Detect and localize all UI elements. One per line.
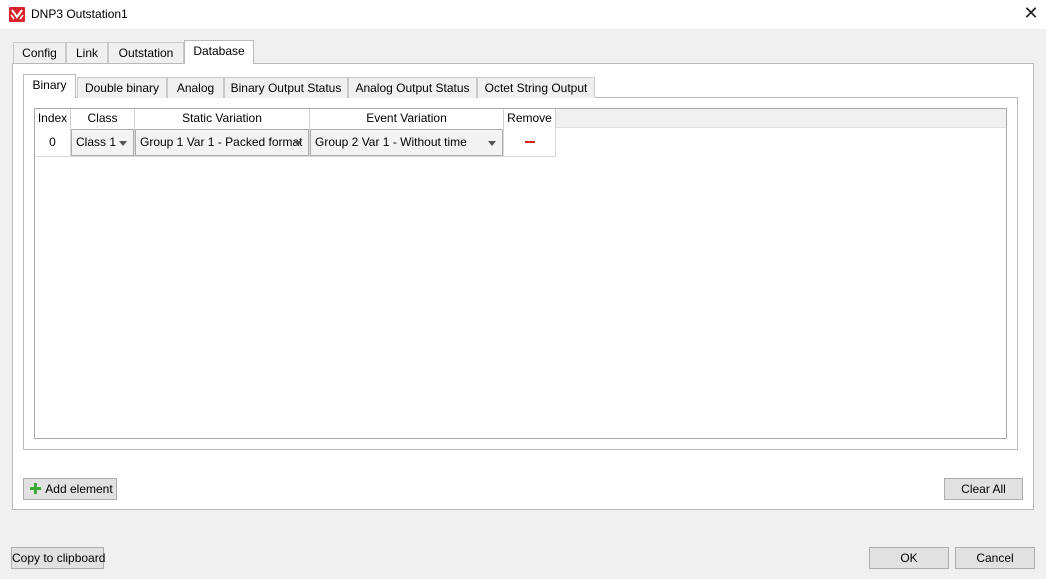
tab-link[interactable]: Link (66, 42, 108, 63)
tab-config[interactable]: Config (13, 42, 66, 63)
ok-button[interactable]: OK (869, 547, 949, 569)
tab-analog[interactable]: Analog (167, 77, 224, 98)
tab-binary-output-status[interactable]: Binary Output Status (224, 77, 348, 98)
clear-all-button[interactable]: Clear All (944, 478, 1023, 500)
table-row: 0 Class 1 Group 1 Var 1 - Packed format … (35, 128, 556, 157)
static-variation-value: Group 1 Var 1 - Packed format (140, 135, 303, 149)
remove-cell (504, 128, 556, 157)
copy-to-clipboard-button[interactable]: Copy to clipboard (11, 547, 105, 569)
cancel-button[interactable]: Cancel (955, 547, 1035, 569)
add-element-button[interactable]: Add element (23, 478, 117, 500)
add-element-label: Add element (45, 482, 113, 496)
table-header: Index Class Static Variation Event Varia… (35, 109, 1006, 128)
tab-binary[interactable]: Binary (23, 74, 76, 98)
chevron-down-icon (488, 141, 496, 146)
close-icon[interactable]: ✕ (1018, 2, 1044, 26)
chevron-down-icon (294, 141, 302, 146)
dnp3-logo-icon (9, 7, 25, 22)
tab-analog-output-status[interactable]: Analog Output Status (348, 77, 477, 98)
column-header-event-variation[interactable]: Event Variation (310, 109, 504, 128)
column-header-class[interactable]: Class (71, 109, 135, 128)
tab-double-binary[interactable]: Double binary (77, 77, 167, 98)
index-cell: 0 (35, 128, 71, 157)
event-variation-value: Group 2 Var 1 - Without time (315, 135, 467, 149)
class-dropdown-value: Class 1 (76, 135, 117, 149)
event-variation-dropdown[interactable]: Group 2 Var 1 - Without time (310, 129, 503, 156)
event-variation-cell: Group 2 Var 1 - Without time (310, 128, 504, 157)
chevron-down-icon (119, 141, 127, 146)
tab-octet-string-output[interactable]: Octet String Output (477, 77, 595, 98)
plus-icon (30, 483, 41, 494)
class-cell: Class 1 (71, 128, 135, 157)
column-header-index[interactable]: Index (35, 109, 71, 128)
column-header-static-variation[interactable]: Static Variation (135, 109, 310, 128)
class-dropdown[interactable]: Class 1 (71, 129, 134, 156)
binary-points-table[interactable]: Index Class Static Variation Event Varia… (34, 108, 1007, 439)
tab-database[interactable]: Database (184, 40, 254, 64)
title-bar: DNP3 Outstation1 ✕ (0, 0, 1046, 29)
minus-icon[interactable] (525, 141, 535, 143)
static-variation-cell: Group 1 Var 1 - Packed format (135, 128, 310, 157)
tab-outstation[interactable]: Outstation (108, 42, 184, 63)
static-variation-dropdown[interactable]: Group 1 Var 1 - Packed format (135, 129, 309, 156)
column-header-remove[interactable]: Remove (504, 109, 556, 128)
window-title: DNP3 Outstation1 (31, 7, 128, 21)
